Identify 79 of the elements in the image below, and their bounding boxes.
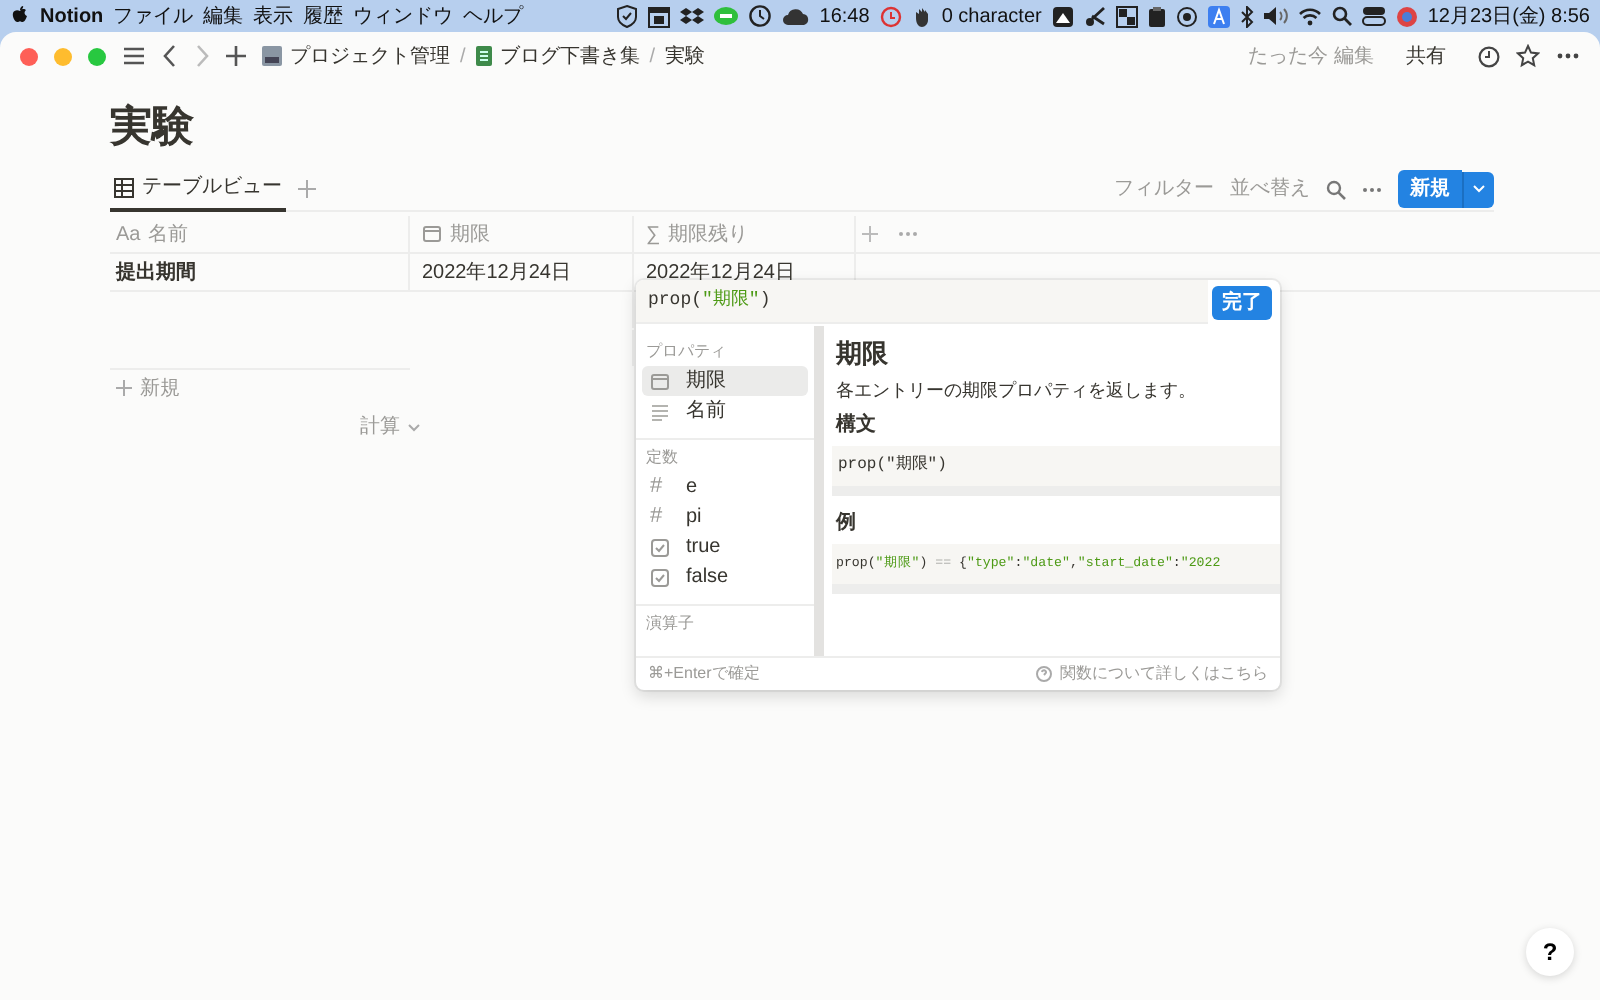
app-name-menu[interactable]: Notion: [40, 1, 104, 31]
checkbox-icon: [650, 567, 670, 587]
star-icon[interactable]: [1516, 44, 1540, 68]
function-list-item[interactable]: 期限: [642, 366, 808, 396]
table-icon: [114, 177, 134, 197]
menu-item[interactable]: 表示: [253, 1, 294, 31]
menu-item[interactable]: ウィンドウ: [353, 1, 454, 31]
calendar-icon: [650, 371, 670, 391]
calendar-icon[interactable]: [647, 5, 670, 27]
section-heading: 演算子: [646, 614, 696, 634]
menu-item[interactable]: 編集: [203, 1, 244, 31]
timer-icon[interactable]: [747, 4, 772, 28]
clipboard-icon[interactable]: [1147, 5, 1166, 27]
scissors-icon[interactable]: [1083, 5, 1106, 27]
shield-icon[interactable]: [615, 4, 638, 28]
share-button[interactable]: 共有: [1406, 41, 1446, 71]
hand-icon[interactable]: [911, 5, 932, 27]
clock-status-text: 16:48: [819, 3, 870, 31]
caret-icon: [1472, 184, 1486, 195]
breadcrumb-separator: /: [460, 43, 466, 71]
character-count-text: 0 character: [941, 3, 1042, 31]
text-lines-icon: [650, 401, 670, 421]
menu-item[interactable]: 履歴: [303, 1, 344, 31]
date-time-text[interactable]: 12月23日(金) 8:56: [1427, 1, 1590, 31]
photo-icon[interactable]: [1051, 5, 1074, 27]
function-list-item[interactable]: 名前: [642, 396, 808, 426]
search-icon[interactable]: [1331, 6, 1352, 26]
section-heading: プロパティ: [646, 342, 728, 362]
function-list-item[interactable]: # pi: [642, 502, 808, 532]
caret-icon: [408, 423, 420, 431]
menu-icon[interactable]: [122, 46, 146, 66]
table-cell: 2022年12月24日: [410, 254, 634, 290]
box-icon[interactable]: [679, 5, 704, 27]
menu-item[interactable]: ファイル: [113, 1, 194, 31]
page-title: 実験: [110, 101, 196, 154]
question-icon: [1036, 666, 1052, 682]
record-icon[interactable]: [1175, 5, 1198, 27]
shortcut-hint-text: ⌘+Enterで確定: [648, 662, 760, 686]
breadcrumb-link[interactable]: 実験: [665, 41, 706, 71]
more-icon[interactable]: [1362, 185, 1382, 193]
example-heading: 例: [836, 509, 858, 538]
function-list-item[interactable]: # e: [642, 472, 808, 502]
breadcrumb-separator: /: [649, 43, 656, 71]
syntax-heading: 構文: [836, 411, 878, 440]
bluetooth-icon[interactable]: [1239, 5, 1254, 27]
menu-item[interactable]: ヘルプ: [463, 1, 524, 31]
new-button[interactable]: 新規: [1398, 170, 1462, 208]
more-icon[interactable]: [1556, 52, 1580, 60]
function-title: 期限: [836, 336, 890, 372]
edited-status-text: たった今 編集: [1248, 43, 1374, 71]
function-list-item[interactable]: false: [642, 562, 808, 592]
checkbox-icon: [650, 537, 670, 557]
view-tab[interactable]: テーブルビュー: [110, 167, 286, 211]
function-list-item[interactable]: true: [642, 532, 808, 562]
clock-icon[interactable]: [1478, 45, 1500, 67]
close-button[interactable]: [20, 47, 38, 65]
speaker-icon[interactable]: [1263, 6, 1288, 26]
page-icon: [262, 46, 282, 66]
keyboard-input-icon[interactable]: [1207, 5, 1230, 27]
control-center-icon[interactable]: [1361, 6, 1386, 26]
done-button[interactable]: 完了: [1212, 286, 1272, 320]
help-button[interactable]: ?: [1526, 928, 1574, 976]
breadcrumb-link[interactable]: プロジェクト管理: [262, 41, 450, 71]
calendar-icon: [422, 224, 442, 244]
cloud-icon[interactable]: [781, 7, 810, 25]
function-description: 各エントリーの期限プロパティを返します。: [836, 377, 1198, 403]
page-icon: [475, 46, 492, 66]
plus-icon: [116, 380, 132, 396]
formula-input[interactable]: prop("期限"): [636, 280, 1208, 324]
color-circle-icon[interactable]: [1395, 5, 1418, 27]
grid-icon[interactable]: [1115, 5, 1138, 27]
breadcrumb-link[interactable]: ブログ下書き集: [475, 41, 640, 71]
plus-icon[interactable]: [226, 46, 246, 66]
section-heading: 定数: [646, 448, 680, 468]
table-cell: 提出期間: [110, 254, 410, 290]
wifi-icon[interactable]: [1297, 6, 1322, 26]
code-block: prop("期限"): [832, 446, 1280, 496]
new-options-button[interactable]: [1462, 171, 1494, 207]
apple-icon: [10, 4, 30, 28]
